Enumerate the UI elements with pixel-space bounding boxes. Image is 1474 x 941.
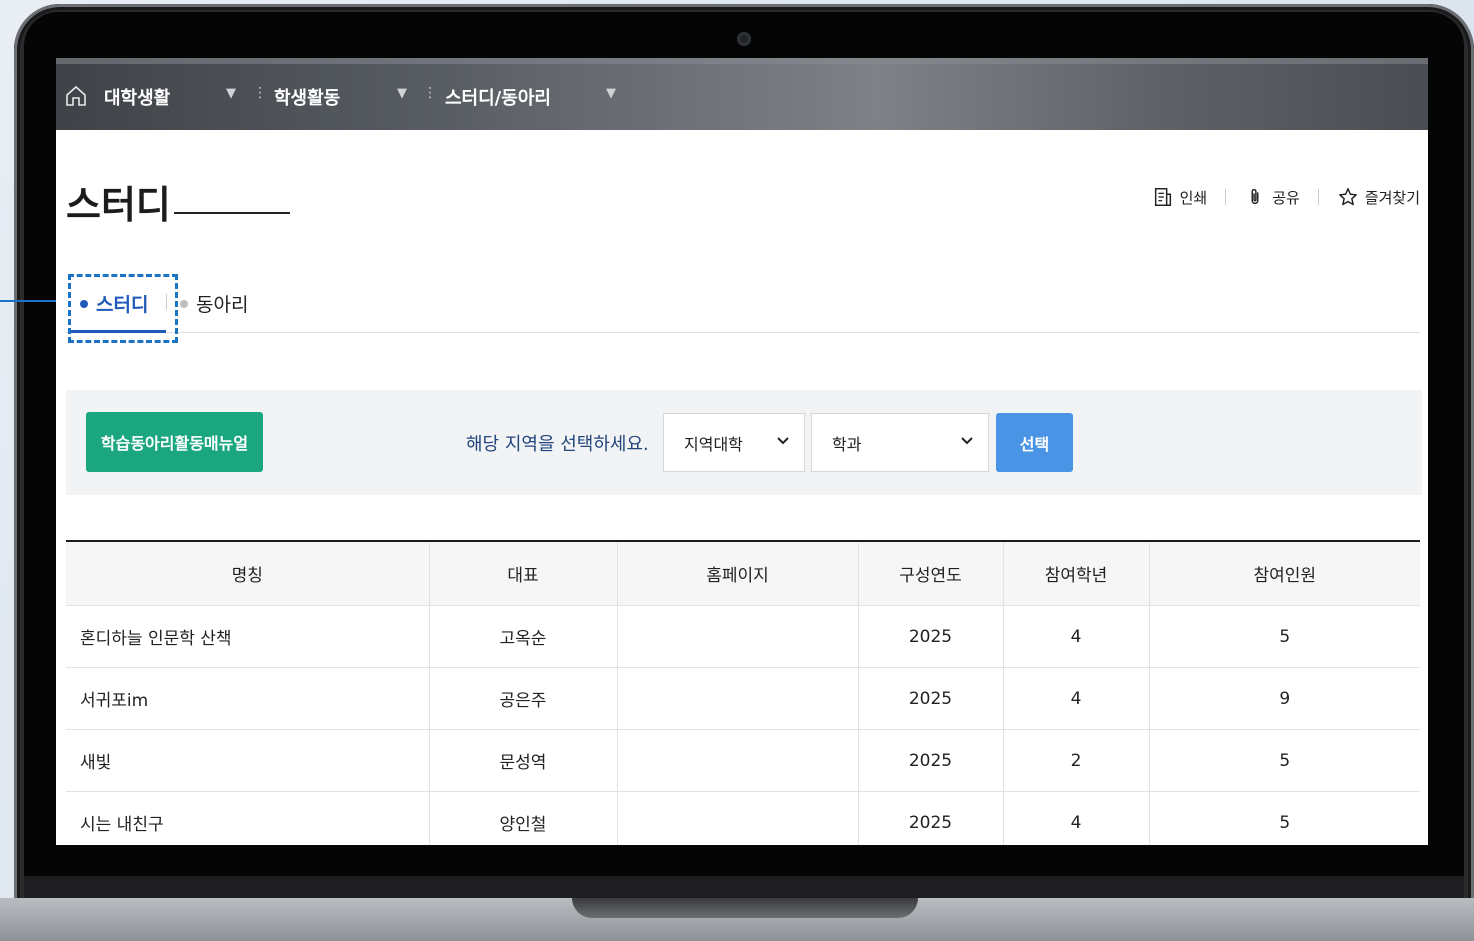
- cell-grade: 4: [1002, 605, 1149, 668]
- cell-year: 2025: [857, 791, 1003, 845]
- chevron-down-icon[interactable]: ▼: [397, 86, 407, 101]
- breadcrumb-separator: ⋮: [423, 85, 437, 101]
- chevron-down-icon: [961, 437, 973, 445]
- region-select[interactable]: 지역대학: [663, 413, 805, 472]
- cell-members: 9: [1148, 667, 1420, 730]
- print-label: 인쇄: [1179, 188, 1208, 207]
- cell-name[interactable]: 서귀포im: [66, 667, 429, 730]
- cell-homepage: [616, 791, 858, 845]
- table-row[interactable]: 새빛 문성역 2025 2 5: [66, 729, 1420, 792]
- cell-leader: 고옥순: [428, 605, 617, 668]
- chevron-down-icon[interactable]: ▼: [226, 86, 236, 101]
- activity-manual-button[interactable]: 학습동아리활동매뉴얼: [86, 412, 263, 472]
- favorite-label: 즐겨찾기: [1364, 188, 1420, 207]
- toolbar-divider: [1225, 189, 1227, 205]
- print-icon: [1154, 188, 1171, 206]
- cell-leader: 문성역: [428, 729, 617, 792]
- cell-name[interactable]: 혼디하늘 인문학 산책: [66, 605, 429, 668]
- cell-year: 2025: [857, 605, 1003, 668]
- department-select[interactable]: 학과: [811, 413, 989, 472]
- page-toolbar: 인쇄 공유 즐겨찾기: [1152, 186, 1420, 208]
- column-header: 홈페이지: [616, 541, 858, 606]
- camera-icon: [737, 32, 751, 46]
- favorite-button[interactable]: 즐겨찾기: [1337, 186, 1420, 208]
- home-icon[interactable]: [64, 84, 88, 108]
- paperclip-icon: [1251, 188, 1259, 205]
- breadcrumb-separator: ⋮: [253, 85, 267, 101]
- column-header: 명칭: [66, 541, 429, 606]
- department-select-value: 학과: [832, 434, 862, 454]
- page-title: 스터디: [66, 183, 171, 227]
- cell-homepage: [616, 667, 858, 730]
- title-underline: [174, 212, 290, 214]
- chevron-down-icon: [777, 437, 789, 445]
- tabs-divider: [66, 332, 1420, 333]
- column-header: 대표: [428, 541, 617, 606]
- share-button[interactable]: 공유: [1244, 186, 1300, 208]
- column-header: 참여학년: [1002, 541, 1149, 606]
- cell-leader: 양인철: [428, 791, 617, 845]
- cell-grade: 4: [1002, 791, 1149, 845]
- region-select-value: 지역대학: [684, 434, 743, 454]
- laptop-notch: [572, 898, 918, 918]
- toolbar-divider: [1317, 189, 1319, 205]
- table-header-row: 명칭 대표 홈페이지 구성연도 참여학년 참여인원: [66, 541, 1420, 606]
- bullet-icon: [180, 299, 188, 308]
- share-label: 공유: [1272, 188, 1300, 207]
- breadcrumb: 대학생활 ▼ ⋮ 학생활동 ▼ ⋮ 스터디/동아리 ▼: [56, 58, 1428, 130]
- cell-members: 5: [1148, 605, 1420, 668]
- filter-bar: 학습동아리활동매뉴얼 해당 지역을 선택하세요. 지역대학 학과 선택: [66, 390, 1422, 495]
- cell-homepage: [616, 729, 858, 792]
- cell-year: 2025: [857, 667, 1003, 730]
- select-button[interactable]: 선택: [996, 413, 1073, 472]
- cell-members: 5: [1148, 791, 1420, 845]
- cell-name[interactable]: 시는 내친구: [66, 791, 429, 845]
- tab-club[interactable]: 동아리: [180, 290, 248, 317]
- cell-name[interactable]: 새빛: [66, 729, 429, 792]
- cell-grade: 2: [1002, 729, 1149, 792]
- table-row[interactable]: 시는 내친구 양인철 2025 4 5: [66, 791, 1420, 845]
- screen: 대학생활 ▼ ⋮ 학생활동 ▼ ⋮ 스터디/동아리 ▼ 스터디 인쇄 공유 즐겨…: [56, 58, 1428, 845]
- cell-homepage: [616, 605, 858, 668]
- breadcrumb-item-campus-life[interactable]: 대학생활: [104, 84, 170, 110]
- column-header: 참여인원: [1148, 541, 1420, 606]
- region-prompt: 해당 지역을 선택하세요.: [466, 434, 649, 455]
- callout-highlight-box: [68, 274, 178, 343]
- study-table: 명칭 대표 홈페이지 구성연도 참여학년 참여인원 혼디하늘 인문학 산책 고옥…: [66, 540, 1420, 845]
- table-row[interactable]: 혼디하늘 인문학 산책 고옥순 2025 4 5: [66, 605, 1420, 668]
- column-header: 구성연도: [857, 541, 1003, 606]
- table-row[interactable]: 서귀포im 공은주 2025 4 9: [66, 667, 1420, 730]
- tab-club-label: 동아리: [196, 294, 249, 316]
- star-icon: [1338, 188, 1357, 206]
- cell-year: 2025: [857, 729, 1003, 792]
- cell-grade: 4: [1002, 667, 1149, 730]
- cell-leader: 공은주: [428, 667, 617, 730]
- laptop-hinge: [24, 876, 1464, 900]
- breadcrumb-item-student-activity[interactable]: 학생활동: [274, 84, 340, 110]
- chevron-down-icon[interactable]: ▼: [606, 86, 616, 101]
- breadcrumb-item-study-club[interactable]: 스터디/동아리: [445, 84, 551, 110]
- print-button[interactable]: 인쇄: [1152, 186, 1208, 208]
- cell-members: 5: [1148, 729, 1420, 792]
